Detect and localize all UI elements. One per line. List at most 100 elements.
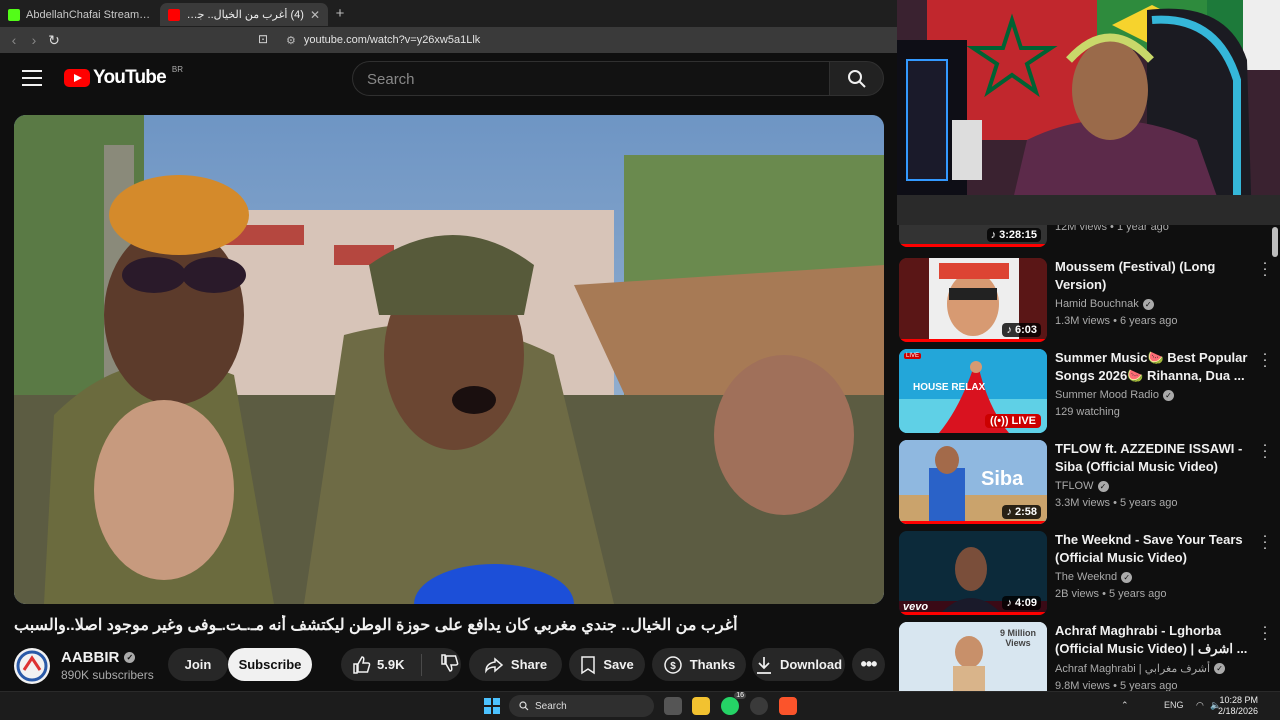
duration-badge: ♪ 2:58 — [1002, 505, 1041, 519]
channel-name: Achraf Maghrabi | أشرف مغرابي ✓ — [1055, 662, 1257, 675]
close-tab-icon[interactable]: ✕ — [310, 8, 320, 22]
video-thumbnail[interactable]: LIVE HOUSE RELAX ((•)) LIVE — [899, 349, 1047, 433]
like-divider — [421, 653, 423, 676]
menu-icon[interactable] — [22, 70, 42, 86]
thumbs-up-icon — [353, 655, 371, 674]
brave-browser-icon[interactable] — [779, 697, 797, 715]
recommendation-item[interactable]: 9 Million Views Achraf Maghrabi - Lghorb… — [899, 619, 1271, 691]
more-vert-icon[interactable]: · · · — [1259, 619, 1271, 646]
kick-icon — [8, 8, 20, 21]
recommendation-item[interactable]: ♪ 6:03 Moussem (Festival) (Long Version) … — [899, 255, 1271, 342]
clock-time: 10:28 PM — [1219, 695, 1258, 705]
clock-date: 2/18/2026 — [1217, 706, 1258, 716]
search-icon — [519, 701, 529, 711]
video-meta: Moussem (Festival) (Long Version) Hamid … — [1055, 258, 1257, 327]
recommendation-item[interactable]: ♪ 3:28:15 12M views • 1 year ago — [899, 225, 1271, 247]
music-note-icon: ♪ — [1006, 597, 1012, 609]
video-meta: Achraf Maghrabi - Lghorba (Official Musi… — [1055, 622, 1257, 691]
duration-text: 6:03 — [1014, 324, 1037, 336]
site-info-icon[interactable]: ⚙ — [286, 34, 296, 47]
whatsapp-icon[interactable]: 16 — [721, 692, 746, 715]
recommendation-item[interactable]: Siba ♪ 2:58 TFLOW ft. AZZEDINE ISSAWI - S… — [899, 437, 1271, 524]
reload-icon[interactable]: ↻ — [44, 32, 64, 49]
more-actions-button[interactable]: ••• — [852, 648, 885, 681]
recommendation-item[interactable]: LIVE HOUSE RELAX ((•)) LIVE Summer Music… — [899, 346, 1271, 433]
more-horizontal-icon: ••• — [860, 654, 878, 674]
verified-icon: ✓ — [1214, 663, 1226, 674]
taskbar: Search 16 ⌃ ENG ◠ 🔈 10:28 PM 2/18/2026 — [0, 691, 1280, 720]
language-indicator[interactable]: ENG — [1164, 700, 1184, 710]
view-info: 12M views • 1 year ago — [1055, 225, 1169, 233]
video-title: The Weeknd - Save Your Tears (Official M… — [1055, 532, 1243, 565]
channel-avatar[interactable] — [14, 648, 50, 684]
tab-kick-stream[interactable]: AbdellahChafai Stream - Watch Live o — [0, 3, 160, 26]
video-title: TFLOW ft. AZZEDINE ISSAWI - Siba (Offici… — [1055, 441, 1243, 474]
browser-tab-strip: AbdellahChafai Stream - Watch Live o (4)… — [0, 0, 897, 27]
subscribe-button[interactable]: Subscribe — [228, 648, 312, 681]
recommendation-item[interactable]: vevo ♪ 4:09 The Weeknd - Save Your Tears … — [899, 528, 1271, 615]
app-icon[interactable] — [750, 697, 768, 715]
address-bar: ‹ › ↻ ⊡ ⚙ youtube.com/watch?v=y26xw5a1Ll… — [0, 27, 897, 53]
youtube-logo[interactable]: YouTube BR — [64, 64, 183, 89]
task-view-icon[interactable] — [664, 697, 682, 715]
back-icon[interactable]: ‹ — [4, 32, 24, 48]
video-thumbnail[interactable]: ♪ 3:28:15 — [899, 225, 1047, 247]
music-note-icon: ♪ — [990, 229, 997, 241]
tray-overflow-icon[interactable]: ⌃ — [1121, 700, 1129, 711]
video-title: Achraf Maghrabi - Lghorba (Official Musi… — [1055, 623, 1248, 656]
download-button[interactable]: Download — [752, 648, 845, 681]
channel-name[interactable]: AABBIR ✓ — [61, 649, 136, 666]
dislike-button[interactable] — [439, 653, 459, 676]
more-vert-icon[interactable]: · · · — [1259, 346, 1271, 373]
view-info: 9.8M views • 5 years ago — [1055, 680, 1178, 691]
taskbar-search[interactable]: Search — [509, 695, 654, 717]
thumbnail-caption: Siba — [981, 468, 1024, 490]
duration-text: 4:09 — [1014, 597, 1037, 609]
bookmark-icon[interactable]: ⊡ — [258, 32, 268, 46]
svg-text:$: $ — [670, 661, 676, 672]
channel-name: TFLOW ✓ — [1055, 480, 1257, 492]
more-vert-icon[interactable]: · · · — [1259, 437, 1271, 464]
save-label: Save — [603, 657, 634, 672]
tab-youtube-video[interactable]: (4) أغرب من الخيال.. جندي مغربي ✕ — [160, 3, 328, 26]
channel-logo-icon — [16, 650, 48, 682]
like-count: 5.9K — [377, 657, 405, 672]
country-code: BR — [171, 64, 183, 74]
thumbs-down-icon — [441, 654, 459, 672]
save-button[interactable]: Save — [569, 648, 645, 681]
duration-badge: ♪ 6:03 — [1002, 323, 1041, 337]
live-badge: ((•)) LIVE — [984, 414, 1041, 428]
video-thumbnail[interactable]: Siba ♪ 2:58 — [899, 440, 1047, 524]
channel-name-text: AABBIR — [61, 649, 120, 666]
search-input[interactable]: Search — [352, 61, 830, 96]
forward-icon[interactable]: › — [24, 32, 44, 48]
live-dot-icon: LIVE — [904, 353, 922, 359]
channel-name: Summer Mood Radio ✓ — [1055, 389, 1257, 401]
video-meta: Summer Music🍉 Best Popular Songs 2026🍉 R… — [1055, 349, 1257, 418]
bookmark-save-icon — [581, 655, 596, 674]
duration-badge: ♪ 3:28:15 — [986, 228, 1041, 242]
verified-icon: ✓ — [1142, 298, 1154, 310]
more-vert-icon[interactable]: · · · — [1259, 528, 1271, 555]
more-vert-icon[interactable]: · · · — [1259, 255, 1271, 282]
thanks-button[interactable]: $ Thanks — [652, 648, 746, 681]
video-player[interactable] — [14, 115, 884, 604]
video-thumbnail[interactable]: 9 Million Views — [899, 622, 1047, 691]
windows-start-icon[interactable] — [484, 698, 500, 714]
file-explorer-icon[interactable] — [692, 697, 710, 715]
search-button[interactable] — [829, 61, 884, 96]
video-meta: TFLOW ft. AZZEDINE ISSAWI - Siba (Offici… — [1055, 440, 1257, 509]
sidebar-scrollbar[interactable] — [1272, 227, 1278, 257]
search-icon — [847, 69, 866, 88]
join-button[interactable]: Join — [168, 648, 228, 681]
video-thumbnail[interactable]: ♪ 6:03 — [899, 258, 1047, 342]
video-actions-row: AABBIR ✓ 890K subscribers Join Subscribe… — [14, 648, 894, 684]
channel-name: Hamid Bouchnak ✓ — [1055, 298, 1257, 310]
url-field[interactable]: ⚙ youtube.com/watch?v=y26xw5a1Llk — [278, 30, 890, 50]
wifi-icon[interactable]: ◠ — [1196, 700, 1204, 711]
like-button[interactable]: 5.9K — [351, 655, 404, 675]
share-button[interactable]: Share — [469, 648, 562, 681]
video-thumbnail[interactable]: vevo ♪ 4:09 — [899, 531, 1047, 615]
new-tab-button[interactable]: + — [328, 5, 352, 22]
system-clock[interactable]: 10:28 PM 2/18/2026 — [1218, 695, 1258, 717]
